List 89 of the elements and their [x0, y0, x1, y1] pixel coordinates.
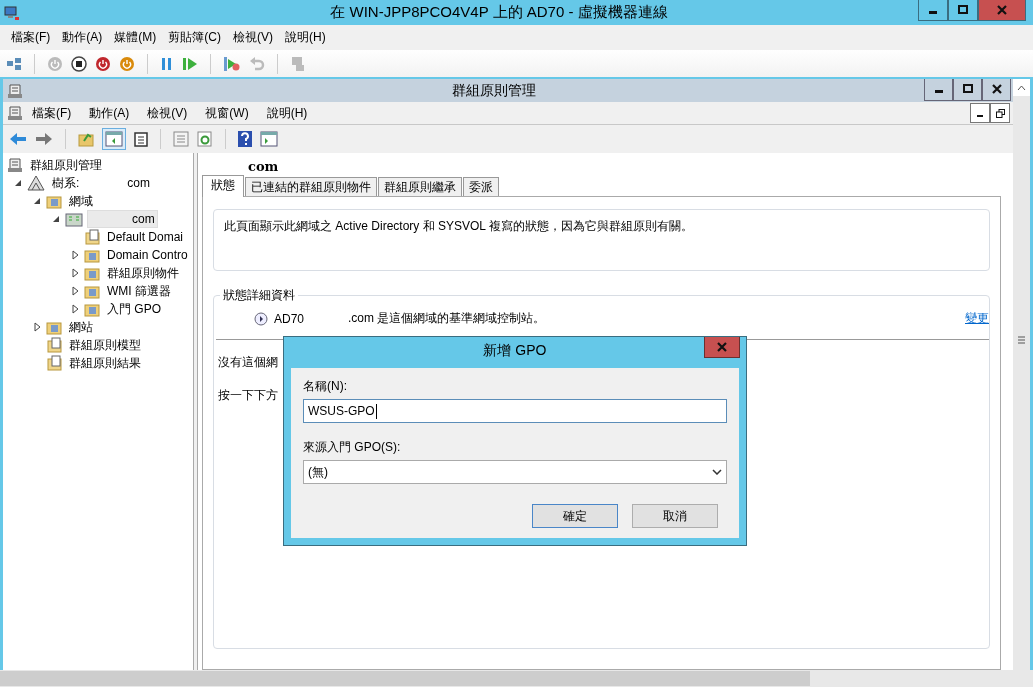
- stop-icon[interactable]: [71, 55, 87, 72]
- expanded-icon[interactable]: [13, 178, 23, 188]
- collapsed-icon[interactable]: [70, 286, 80, 296]
- caret-icon: [712, 469, 722, 475]
- name-input-field[interactable]: WSUS-GPO: [303, 399, 727, 423]
- folder-icon: [46, 193, 62, 209]
- collapsed-icon[interactable]: [70, 268, 80, 278]
- tree-item[interactable]: com: [87, 210, 158, 228]
- vertical-scrollbar[interactable]: [1013, 79, 1030, 670]
- source-label: 來源入門 GPO(S):: [303, 439, 402, 456]
- window-title: 群組原則管理: [450, 81, 537, 100]
- power-icon[interactable]: [119, 55, 135, 72]
- minimize-button[interactable]: [970, 103, 990, 123]
- grip-icon: [1017, 336, 1026, 344]
- help-icon[interactable]: [238, 131, 252, 147]
- name-label: 名稱(N):: [303, 378, 348, 395]
- restore-button[interactable]: [990, 103, 1010, 123]
- menu-item[interactable]: 動作(A): [56, 29, 109, 46]
- description-text: 此頁面顯示此網域之 Active Directory 和 SYSVOL 複寫的狀態，因為它與群組原則有關。: [224, 219, 693, 233]
- collapsed-icon[interactable]: [70, 250, 80, 260]
- tab[interactable]: 已連結的群組原則物件: [245, 177, 377, 196]
- view-pane-icon[interactable]: [260, 131, 278, 147]
- folder-icon: [84, 283, 100, 299]
- folder-icon: [84, 247, 100, 263]
- scroll-up-icon[interactable]: [1017, 84, 1026, 91]
- menu-item[interactable]: 檢視(V): [227, 29, 279, 46]
- app-icon: [7, 82, 23, 99]
- folder-icon: [84, 265, 100, 281]
- tab[interactable]: 群組原則繼承: [378, 177, 462, 196]
- dialog-title: 新增 GPO: [482, 342, 548, 360]
- collapsed-icon[interactable]: [70, 304, 80, 314]
- play-record-icon[interactable]: [223, 55, 241, 72]
- menu-item[interactable]: 檔案(F): [23, 104, 81, 122]
- server-name: AD70: [274, 311, 305, 326]
- menu-item[interactable]: 檔案(F): [5, 29, 57, 46]
- dialog-button[interactable]: 確定: [532, 504, 618, 528]
- scrollbar-thumb[interactable]: [0, 671, 810, 686]
- status-message: .com 是這個網域的基準網域控制站。: [348, 310, 546, 327]
- network-icon[interactable]: [6, 55, 22, 72]
- expanded-icon[interactable]: [51, 214, 61, 224]
- status-text: 沒有這個網: [217, 354, 279, 371]
- power-icon[interactable]: [95, 55, 111, 72]
- scroll-icon: [7, 157, 23, 173]
- restore-icon: [995, 108, 1005, 118]
- menu-item[interactable]: 視窗(W): [196, 104, 258, 122]
- folder-up-icon[interactable]: [78, 131, 94, 147]
- change-link[interactable]: 變更: [965, 310, 989, 327]
- menu-item[interactable]: 說明(H): [279, 29, 332, 46]
- forest-icon: [27, 175, 45, 191]
- minimize-button[interactable]: [918, 0, 948, 21]
- back-arrow-icon[interactable]: [9, 131, 27, 147]
- tab[interactable]: 狀態: [202, 175, 244, 197]
- dialog-button[interactable]: 取消: [632, 504, 718, 528]
- menu-item[interactable]: 檢視(V): [138, 104, 197, 122]
- source-dropdown[interactable]: (無): [303, 460, 727, 484]
- pane-toggle-icon[interactable]: [105, 131, 123, 147]
- section-title: 狀態詳細資料: [222, 287, 296, 304]
- menu-item[interactable]: 動作(A): [80, 104, 139, 122]
- minimize-button[interactable]: [924, 78, 953, 101]
- collapsed-icon[interactable]: [32, 322, 42, 332]
- server-icon: [65, 211, 83, 227]
- play-icon[interactable]: [182, 55, 198, 72]
- expanded-icon[interactable]: [32, 196, 42, 206]
- document-icon: [46, 337, 62, 353]
- refresh-icon[interactable]: [197, 131, 213, 147]
- menu-item[interactable]: 說明(H): [257, 104, 317, 122]
- clipboard-icon[interactable]: [134, 131, 148, 147]
- tree-item[interactable]: Domain Contro: [104, 246, 191, 264]
- maximize-button[interactable]: [953, 78, 982, 101]
- document-icon: [84, 229, 100, 245]
- document-icon: [46, 355, 62, 371]
- domain-heading: com: [248, 159, 279, 174]
- pause-icon[interactable]: [160, 55, 174, 72]
- close-icon: [717, 342, 727, 352]
- tab[interactable]: 委派: [463, 177, 499, 196]
- forward-arrow-icon[interactable]: [35, 131, 53, 147]
- menu-item[interactable]: 剪貼簿(C): [162, 29, 227, 46]
- tree-item[interactable]: Default Domai: [104, 228, 187, 246]
- app-icon: [7, 105, 23, 121]
- folder-icon: [84, 301, 100, 317]
- close-icon: [997, 5, 1007, 15]
- maximize-icon: [958, 5, 968, 15]
- folder-icon: [46, 319, 62, 335]
- maximize-icon: [962, 84, 973, 94]
- close-icon: [991, 84, 1002, 94]
- menu-item[interactable]: 媒體(M): [108, 29, 163, 46]
- close-button[interactable]: [982, 78, 1011, 101]
- window-title: 在 WIN-JPP8PCO4V4P 上的 AD70 - 虛擬機器連線: [329, 3, 669, 22]
- computer-icon: [4, 4, 20, 21]
